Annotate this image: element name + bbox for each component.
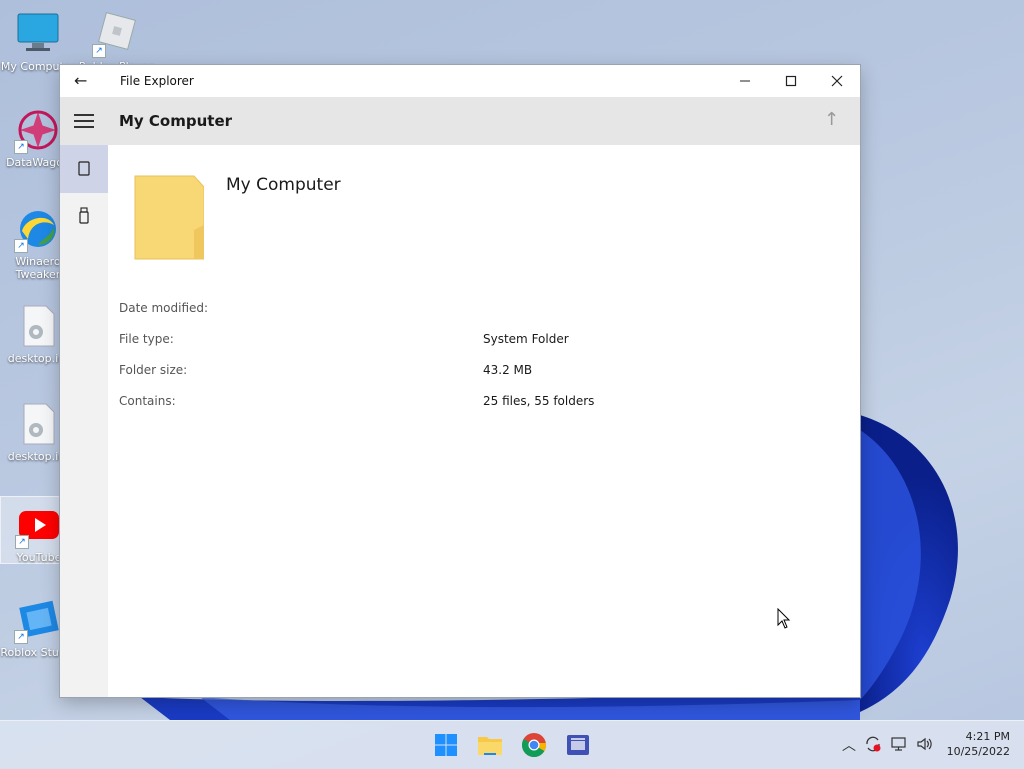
taskbar-file-explorer[interactable] <box>474 729 506 761</box>
navigation-pane <box>60 97 108 697</box>
arrow-up-icon: ↑ <box>824 109 840 130</box>
maximize-icon <box>785 75 797 87</box>
minimize-icon <box>740 80 750 82</box>
clock-date: 10/25/2022 <box>946 745 1010 758</box>
start-button[interactable] <box>430 729 462 761</box>
shortcut-arrow-icon: ↗ <box>14 140 28 154</box>
close-button[interactable] <box>814 65 860 97</box>
close-icon <box>831 75 843 87</box>
property-label-folder-size: Folder size: <box>119 363 188 377</box>
mouse-cursor-icon <box>777 608 791 629</box>
property-value-folder-size: 43.2 MB <box>483 363 533 377</box>
usb-drive-icon <box>79 207 89 224</box>
clock[interactable]: 4:21 PM 10/25/2022 <box>947 729 1010 759</box>
location-header: My Computer ↑ <box>108 97 860 145</box>
item-name: My Computer <box>226 175 341 195</box>
desktop-icon-roblox-player[interactable]: ↗ Roblox Player <box>78 10 154 73</box>
nav-item-usb-drive[interactable] <box>60 193 108 241</box>
property-value-contains: 25 files, 55 folders <box>483 394 595 408</box>
clock-time: 4:21 PM <box>965 730 1010 743</box>
taskbar-chrome[interactable] <box>518 729 550 761</box>
window-title: File Explorer <box>120 74 194 88</box>
shortcut-arrow-icon: ↗ <box>15 535 29 549</box>
property-label-contains: Contains: <box>119 394 176 408</box>
shortcut-arrow-icon: ↗ <box>14 630 28 644</box>
chrome-icon <box>522 733 547 757</box>
shortcut-arrow-icon: ↗ <box>92 44 106 58</box>
folder-icon <box>478 737 502 755</box>
property-value-file-type: System Folder <box>483 332 569 346</box>
back-button[interactable]: ← <box>74 71 94 91</box>
breadcrumb: My Computer <box>119 112 233 130</box>
hamburger-icon <box>74 114 94 116</box>
tray-update-icon-button[interactable] <box>864 735 882 757</box>
details-pane: My Computer Date modified: File type: Sy… <box>108 145 860 697</box>
shortcut-arrow-icon: ↗ <box>14 239 28 253</box>
windows-logo-icon <box>435 734 457 756</box>
device-icon <box>78 161 90 176</box>
property-label-file-type: File type: <box>119 332 174 346</box>
hamburger-menu-button[interactable] <box>60 97 108 145</box>
network-button[interactable] <box>890 735 908 757</box>
settings-file-icon <box>23 403 55 445</box>
taskbar: ︿ 4:21 PM 10/25/2022 <box>0 720 1024 769</box>
sync-alert-icon <box>866 736 881 752</box>
hamburger-icon-line <box>74 126 94 128</box>
chevron-up-icon: ︿ <box>842 738 856 754</box>
nav-item-this-device[interactable] <box>60 145 108 193</box>
network-icon <box>891 737 906 751</box>
speaker-icon <box>917 737 932 751</box>
volume-button[interactable] <box>916 735 934 757</box>
maximize-button[interactable] <box>768 65 814 97</box>
monitor-icon <box>17 13 59 51</box>
taskbar-file-app[interactable] <box>562 729 594 761</box>
file-manager-icon <box>567 735 589 755</box>
arrow-left-icon: ← <box>74 71 88 90</box>
hamburger-icon-line <box>74 120 94 122</box>
up-button[interactable]: ↑ <box>824 109 839 130</box>
folder-icon <box>134 175 204 260</box>
show-hidden-icons-button[interactable]: ︿ <box>842 735 856 755</box>
settings-file-icon <box>23 305 55 347</box>
desktop-icon-my-computer[interactable]: My Computer <box>0 10 76 73</box>
minimize-button[interactable] <box>722 65 768 97</box>
property-label-date-modified: Date modified: <box>119 301 209 315</box>
file-explorer-window[interactable]: ← File Explorer My Computer ↑ My Compute… <box>60 65 860 697</box>
title-bar[interactable]: ← File Explorer <box>60 65 860 97</box>
